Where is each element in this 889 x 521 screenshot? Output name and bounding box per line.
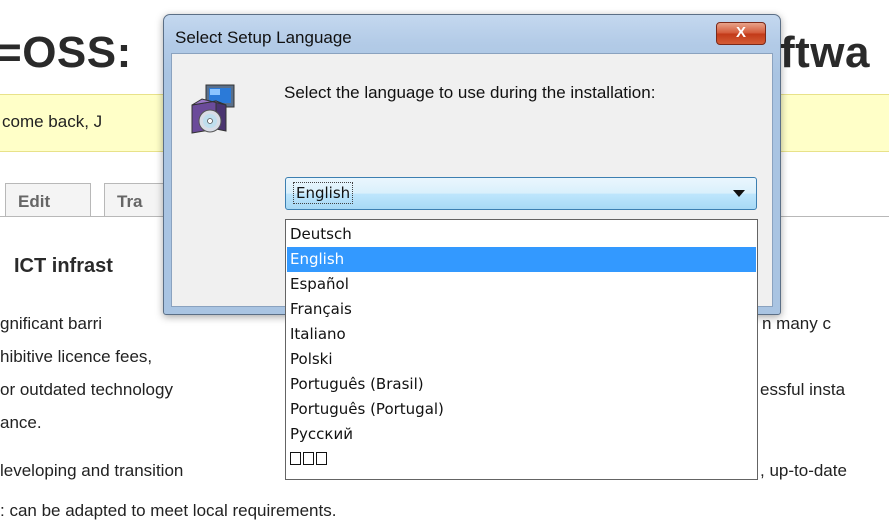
language-option[interactable]: Deutsch xyxy=(287,222,756,247)
language-combobox[interactable]: English xyxy=(285,177,757,210)
chevron-down-icon[interactable] xyxy=(733,190,745,197)
body-text-line: gnificant barri xyxy=(0,314,103,333)
body-text-line: hibitive licence fees, xyxy=(0,347,153,366)
close-button[interactable]: X xyxy=(716,22,766,45)
language-option[interactable]: Português (Brasil) xyxy=(287,372,756,397)
body-text-line: or outdated technology xyxy=(0,380,173,399)
body-text-line: , up-to-date xyxy=(760,461,847,480)
tab-translate[interactable]: Tra xyxy=(104,183,166,217)
section-heading: ICT infrast xyxy=(14,255,113,277)
language-option-label: Español xyxy=(290,275,349,293)
body-text-line: essful insta xyxy=(760,380,846,399)
tab-edit[interactable]: Edit xyxy=(5,183,91,217)
missing-glyph-icon xyxy=(303,452,314,465)
language-option-selected[interactable]: English xyxy=(287,247,756,272)
dialog-title: Select Setup Language xyxy=(175,28,352,47)
language-option-label: Português (Brasil) xyxy=(290,375,424,393)
language-option[interactable]: Português (Portugal) xyxy=(287,397,756,422)
missing-glyph-icon xyxy=(290,452,301,465)
body-text-line: leveloping and transition xyxy=(0,461,184,480)
setup-installer-icon xyxy=(186,83,240,137)
language-option-unrendered[interactable] xyxy=(287,447,756,472)
language-option-label: Français xyxy=(290,300,352,318)
combobox-selected-value: English xyxy=(293,182,354,204)
language-option-label: Русский xyxy=(290,425,353,443)
instruction-text: Select the language to use during the in… xyxy=(284,83,656,102)
close-icon: X xyxy=(735,24,746,41)
body-text-line: ance. xyxy=(0,413,42,432)
language-option[interactable]: Français xyxy=(287,297,756,322)
tab-edit-label: Edit xyxy=(18,192,51,211)
page-heading: =OSS: xyxy=(0,28,132,77)
body-text-line: : can be adapted to meet local requireme… xyxy=(0,501,337,520)
body-text-line: n many c xyxy=(762,314,831,333)
language-option-label: Polski xyxy=(290,350,333,368)
language-dropdown-list: Deutsch English Español Français Italian… xyxy=(285,219,758,480)
notice-text: come back, J xyxy=(2,112,103,131)
language-option[interactable]: Русский xyxy=(287,422,756,447)
language-option[interactable]: Italiano xyxy=(287,322,756,347)
missing-glyph-icon xyxy=(316,452,327,465)
language-option[interactable]: Español xyxy=(287,272,756,297)
tab-translate-label: Tra xyxy=(117,192,143,211)
page-heading-right: ftwa xyxy=(780,28,870,77)
language-option-label: Deutsch xyxy=(290,225,352,243)
language-option-label: Italiano xyxy=(290,325,346,343)
language-option-label: Português (Portugal) xyxy=(290,400,444,418)
language-option-label: English xyxy=(290,250,345,268)
language-option[interactable]: Polski xyxy=(287,347,756,372)
